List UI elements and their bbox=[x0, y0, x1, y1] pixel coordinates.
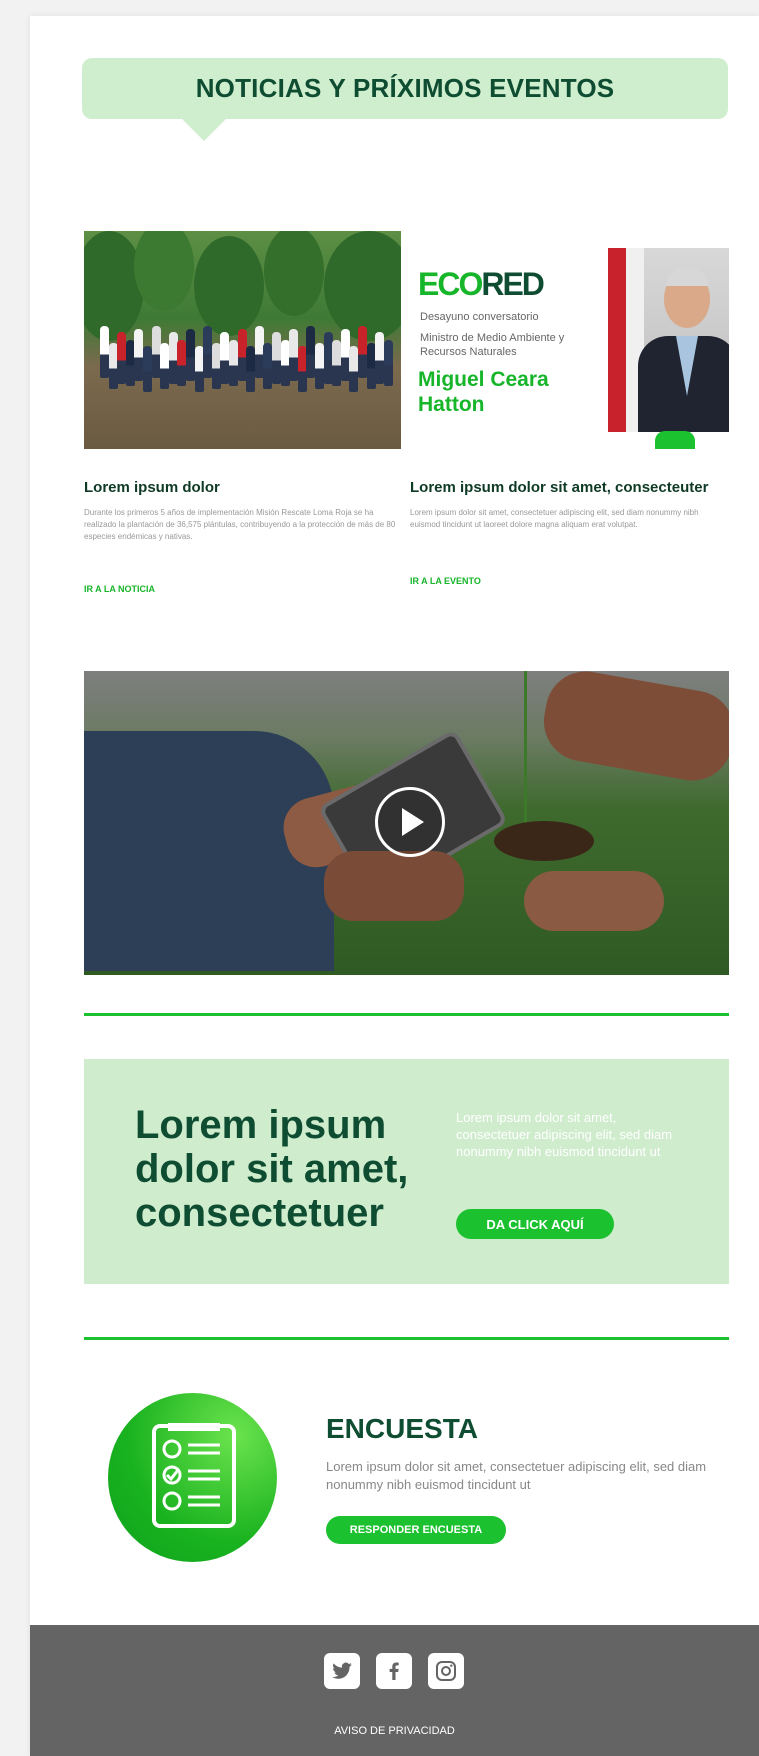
checklist-icon bbox=[152, 1423, 236, 1528]
survey-badge bbox=[108, 1393, 277, 1562]
event-poster[interactable]: ECORED Desayuno conversatorio Ministro d… bbox=[410, 231, 729, 449]
crowd-person bbox=[160, 343, 170, 389]
survey-title: ENCUESTA bbox=[326, 1413, 478, 1444]
crowd-person bbox=[272, 332, 281, 384]
banner-tail bbox=[182, 119, 226, 141]
crowd-person bbox=[358, 326, 367, 378]
survey-text: Lorem ipsum dolor sit amet, consectetuer… bbox=[326, 1459, 707, 1492]
crowd-person bbox=[203, 326, 213, 378]
cta-text: Lorem ipsum dolor sit amet, consectetuer… bbox=[456, 1110, 673, 1159]
crowd-person bbox=[246, 346, 256, 392]
crowd-person bbox=[383, 340, 393, 386]
decorative-stripe bbox=[655, 431, 695, 449]
article-title-2[interactable]: Lorem ipsum dolor sit amet, consecteuter bbox=[410, 479, 708, 496]
speaker-portrait bbox=[608, 248, 729, 432]
divider-bottom bbox=[84, 1337, 729, 1340]
article-text-1: Durante los primeros 5 años de implement… bbox=[84, 508, 396, 541]
crowd-person bbox=[332, 340, 342, 386]
crowd-person bbox=[315, 343, 324, 389]
article-title-1[interactable]: Lorem ipsum dolor bbox=[84, 479, 220, 496]
article-link-1[interactable]: IR A LA NOTICIA bbox=[84, 584, 155, 594]
play-icon bbox=[402, 808, 424, 836]
cta-button[interactable]: DA CLICK AQUÍ bbox=[456, 1209, 614, 1239]
crowd-person bbox=[143, 346, 152, 392]
section-banner: NOTICIAS Y PRÍXIMOS EVENTOS bbox=[82, 58, 728, 119]
article-text-2: Lorem ipsum dolor sit amet, consectetuer… bbox=[410, 508, 699, 529]
news-photo[interactable] bbox=[84, 231, 401, 449]
crowd-person bbox=[100, 326, 109, 378]
facebook-icon[interactable] bbox=[376, 1653, 412, 1689]
ecored-logo: ECORED bbox=[418, 266, 545, 302]
twitter-icon[interactable] bbox=[324, 1653, 360, 1689]
event-subtitle: Desayuno conversatorio bbox=[420, 311, 539, 323]
survey-button[interactable]: RESPONDER ENCUESTA bbox=[326, 1516, 506, 1544]
crowd-person bbox=[229, 340, 238, 386]
crowd-person bbox=[186, 329, 195, 381]
play-button[interactable] bbox=[375, 787, 445, 857]
crowd-person bbox=[375, 332, 385, 384]
cta-headline: Lorem ipsum dolor sit amet, consectetuer bbox=[135, 1103, 409, 1235]
privacy-link[interactable]: AVISO DE PRIVACIDAD bbox=[30, 1725, 759, 1737]
instagram-icon[interactable] bbox=[428, 1653, 464, 1689]
crowd-person bbox=[289, 329, 299, 381]
footer: AVISO DE PRIVACIDAD bbox=[30, 1625, 759, 1756]
banner-title: NOTICIAS Y PRÍXIMOS EVENTOS bbox=[195, 73, 615, 103]
event-speaker-name: Miguel Ceara Hatton bbox=[418, 368, 549, 416]
article-link-2[interactable]: IR A LA EVENTO bbox=[410, 576, 481, 586]
divider-top bbox=[84, 1013, 729, 1016]
event-ministry: Ministro de Medio Ambiente y Recursos Na… bbox=[420, 332, 565, 358]
cta-section: Lorem ipsum dolor sit amet, consectetuer… bbox=[84, 1059, 729, 1284]
crowd-person bbox=[117, 332, 127, 384]
video-player[interactable] bbox=[84, 671, 729, 975]
